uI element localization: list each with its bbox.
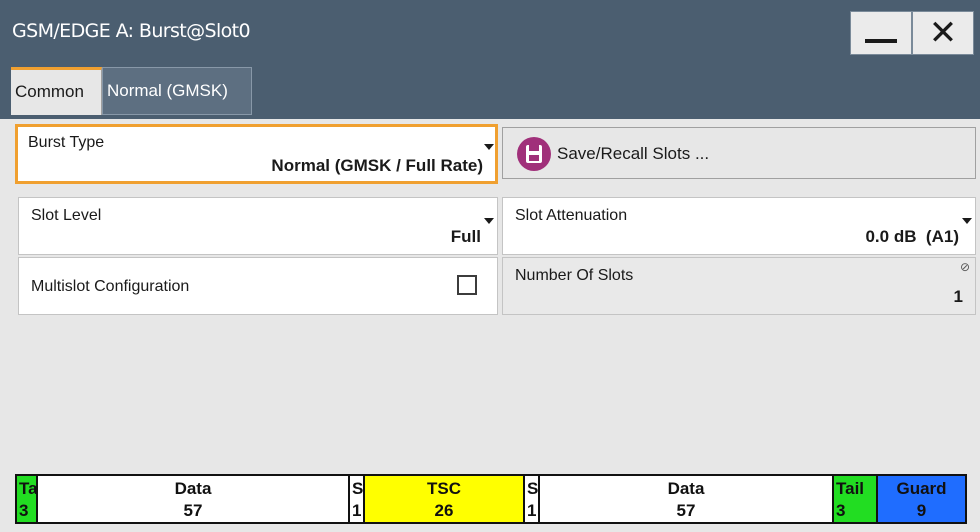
burst-segment-guard: Guard 9 — [876, 474, 967, 524]
minimize-icon — [865, 39, 897, 43]
burst-segment-tail: Tail 3 — [832, 474, 878, 524]
title-bar[interactable]: GSM/EDGE A: Burst@Slot0 ✕ — [0, 0, 980, 63]
common-panel: Burst Type Normal (GMSK / Full Rate) Sav… — [0, 119, 980, 474]
chevron-down-icon — [484, 218, 494, 224]
burst-segment-tsc: TSC 26 — [363, 474, 525, 524]
multislot-label: Multislot Configuration — [31, 278, 190, 295]
slot-attenuation-value: 0.0 dB (A1) — [865, 227, 959, 246]
slot-attenuation-dropdown[interactable]: Slot Attenuation 0.0 dB (A1) — [502, 197, 976, 255]
multislot-checkbox[interactable] — [457, 275, 477, 295]
tab-normal-gmsk[interactable]: Normal (GMSK) — [102, 67, 252, 115]
chevron-down-icon — [484, 144, 494, 150]
close-icon: ✕ — [928, 13, 958, 53]
burst-type-label: Burst Type — [28, 134, 105, 151]
read-only-icon: ⊘ — [959, 260, 970, 274]
slot-level-value: Full — [450, 227, 481, 246]
burst-segment-tail: Tail 3 — [15, 474, 47, 524]
number-of-slots-value: 1 — [953, 287, 963, 306]
slot-level-dropdown[interactable]: Slot Level Full — [18, 197, 498, 255]
chevron-down-icon — [962, 218, 972, 224]
burst-segment-data: Data 57 — [36, 474, 350, 524]
burst-type-dropdown[interactable]: Burst Type Normal (GMSK / Full Rate) — [15, 124, 498, 184]
close-button[interactable]: ✕ — [912, 11, 974, 55]
multislot-configuration-field: Multislot Configuration — [18, 257, 498, 315]
burst-type-value: Normal (GMSK / Full Rate) — [271, 156, 483, 175]
tab-bar: Common Normal (GMSK) — [0, 63, 980, 119]
burst-segment-data: Data 57 — [538, 474, 834, 524]
save-icon — [517, 137, 551, 171]
save-recall-slots-button[interactable]: Save/Recall Slots ... — [502, 127, 976, 179]
tab-common[interactable]: Common — [11, 67, 102, 115]
dialog-window: GSM/EDGE A: Burst@Slot0 ✕ Common Normal … — [0, 0, 980, 532]
minimize-button[interactable] — [850, 11, 912, 55]
number-of-slots-label: Number Of Slots — [515, 267, 634, 284]
number-of-slots-field: Number Of Slots 1 ⊘ — [502, 257, 976, 315]
save-recall-label: Save/Recall Slots ... — [557, 144, 710, 163]
burst-structure-bar: Tail 3 Data 57 S 1 TSC 26 S 1 Data 57 Ta… — [15, 474, 967, 524]
slot-attenuation-label: Slot Attenuation — [515, 207, 628, 224]
window-title: GSM/EDGE A: Burst@Slot0 — [12, 20, 251, 42]
slot-level-label: Slot Level — [31, 207, 102, 224]
